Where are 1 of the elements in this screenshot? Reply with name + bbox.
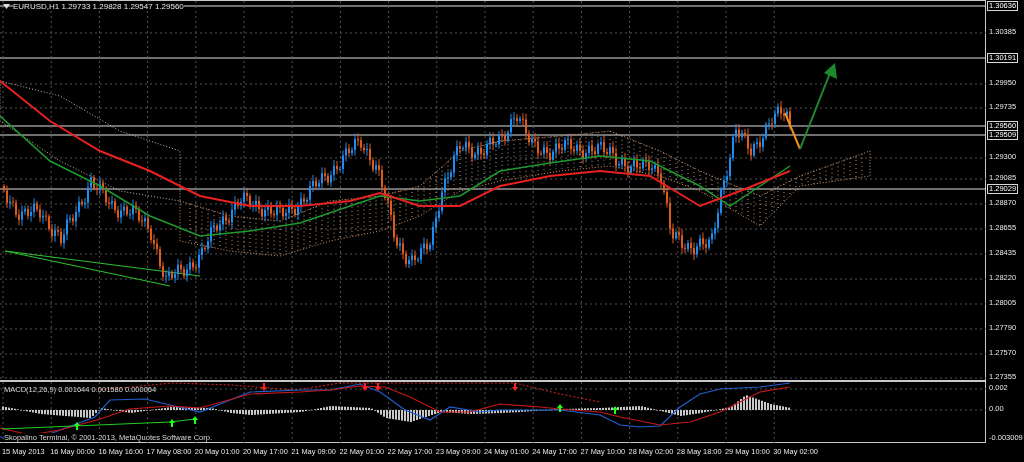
chart-title: EURUSD,H1 1.29733 1.29828 1.29547 1.29560 (13, 2, 184, 11)
